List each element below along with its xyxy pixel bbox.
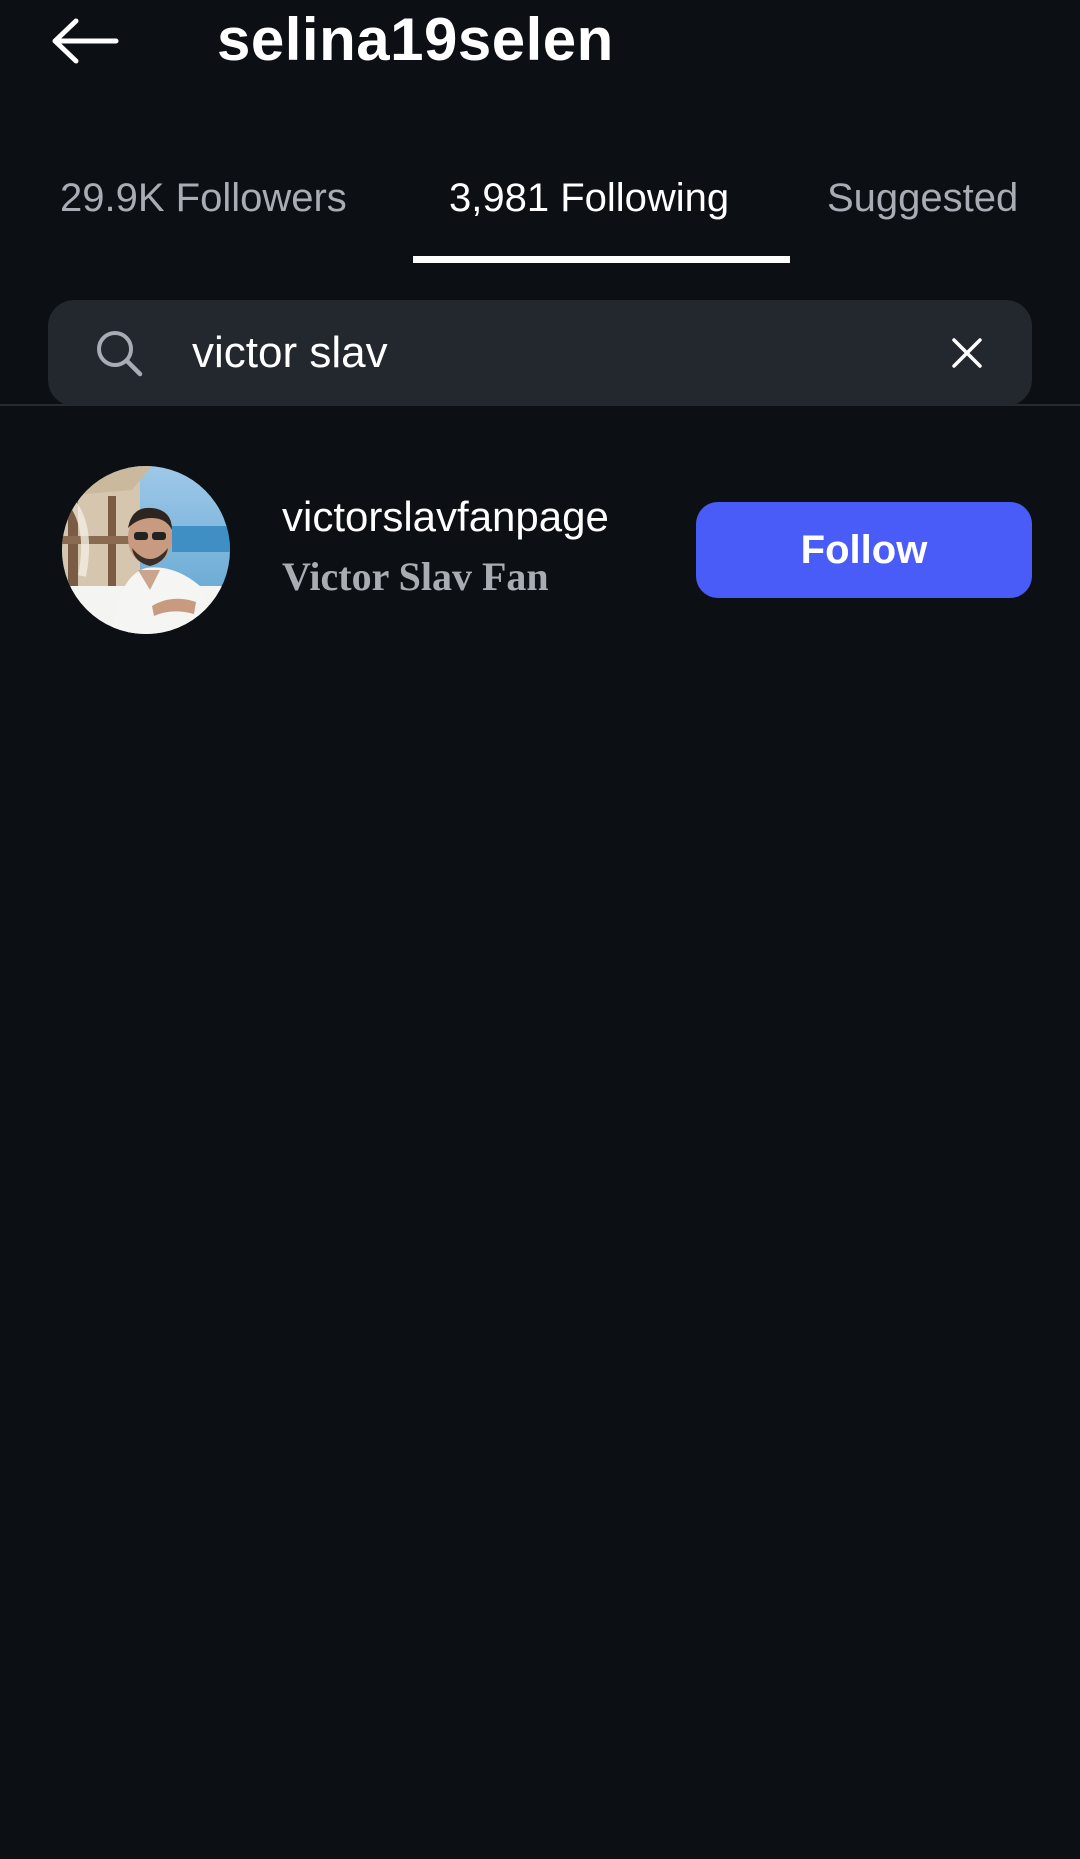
search-input[interactable] bbox=[192, 318, 952, 388]
clear-search-button[interactable] bbox=[940, 326, 994, 380]
search-icon bbox=[97, 331, 143, 377]
tab-followers[interactable]: 29.9K Followers bbox=[60, 170, 347, 226]
list-item[interactable]: victorslavfanpage Victor Slav Fan Follow bbox=[0, 460, 1080, 640]
search-bar bbox=[48, 300, 1032, 406]
active-tab-indicator bbox=[413, 256, 790, 263]
tab-following[interactable]: 3,981 Following bbox=[449, 170, 729, 226]
back-button[interactable] bbox=[40, 2, 130, 80]
avatar[interactable] bbox=[62, 466, 230, 634]
result-full-name: Victor Slav Fan bbox=[282, 554, 549, 599]
app-header: selina19selen bbox=[0, 0, 1080, 120]
tab-suggested[interactable]: Suggested bbox=[827, 170, 1018, 226]
page-title: selina19selen bbox=[217, 6, 614, 73]
avatar-photo bbox=[62, 466, 230, 634]
follow-button[interactable]: Follow bbox=[696, 502, 1032, 598]
tab-bar: 29.9K Followers 3,981 Following Suggeste… bbox=[0, 140, 1080, 406]
close-icon bbox=[952, 338, 982, 368]
arrow-left-icon bbox=[52, 18, 119, 64]
result-username[interactable]: victorslavfanpage bbox=[282, 490, 609, 544]
